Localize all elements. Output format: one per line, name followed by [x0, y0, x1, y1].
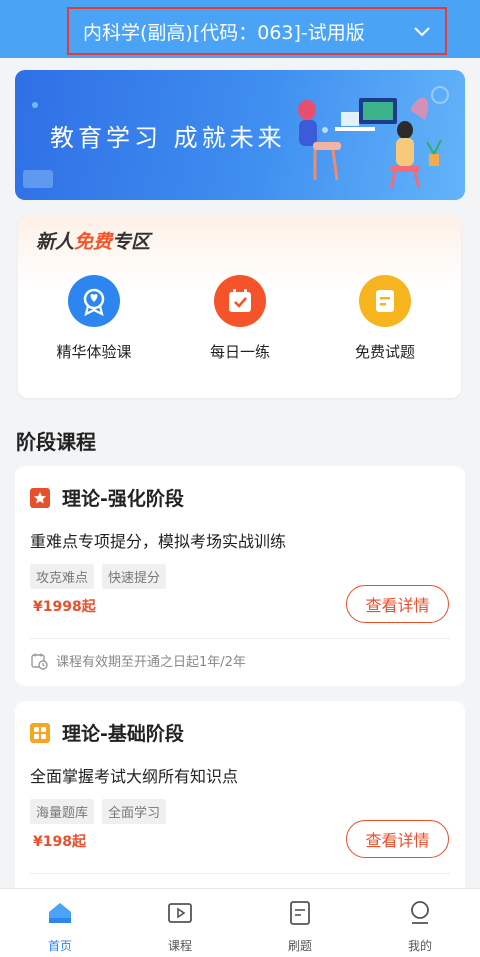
course-tag: 海量题库	[30, 799, 95, 824]
view-details-button[interactable]: 查看详情	[346, 820, 449, 858]
tab-mine[interactable]: 我的	[380, 899, 460, 954]
feature-label: 免费试题	[354, 343, 415, 361]
promo-banner[interactable]: 教育学习 成就未来	[15, 70, 465, 200]
validity-text: 课程有效期至开通之日起1年/2年	[56, 655, 246, 670]
course-card[interactable]: 理论-强化阶段 重难点专项提分，模拟考场实战训练 攻克难点 快速提分 ¥1998…	[15, 466, 465, 686]
course-validity: 课程有效期至开通之日起1年/2年	[30, 651, 246, 670]
play-icon	[168, 903, 192, 923]
course-title: 理论-基础阶段	[62, 723, 184, 745]
feature-daily-practice[interactable]: 每日一练	[180, 275, 300, 362]
tab-courses[interactable]: 课程	[140, 899, 220, 954]
course-header: 理论-基础阶段	[30, 719, 184, 746]
course-description: 重难点专项提分，模拟考场实战训练	[30, 532, 287, 551]
new-user-zone: 新人免费专区 精华体验课 每日一练 免费试题	[18, 215, 461, 398]
tab-label: 首页	[47, 939, 72, 953]
tab-practice[interactable]: 刷题	[260, 899, 340, 954]
course-tags: 攻克难点 快速提分	[30, 564, 174, 589]
subject-selector[interactable]: 内科学(副高)[代码：063]-试用版	[67, 7, 447, 55]
tab-label: 刷题	[287, 939, 312, 953]
feature-label: 每日一练	[209, 343, 270, 361]
feature-trial-course[interactable]: 精华体验课	[34, 275, 154, 362]
view-details-button[interactable]: 查看详情	[346, 585, 449, 623]
calendar-check-icon	[214, 275, 266, 327]
section-title: 阶段课程	[16, 430, 96, 454]
feature-label: 精华体验课	[56, 343, 132, 361]
badge-icon	[68, 275, 120, 327]
document-icon	[359, 275, 411, 327]
tab-home[interactable]: 首页	[20, 899, 100, 954]
bottom-tab-bar: 首页 课程 刷题 我的	[0, 888, 480, 957]
home-icon	[49, 903, 71, 923]
banner-slogan: 教育学习 成就未来	[50, 124, 286, 152]
tab-label: 我的	[407, 939, 432, 953]
course-tags: 海量题库 全面学习	[30, 799, 174, 824]
divider	[30, 638, 450, 639]
course-tag: 快速提分	[102, 564, 167, 589]
calendar-clock-icon	[31, 653, 48, 670]
course-title: 理论-强化阶段	[62, 488, 184, 510]
feature-free-questions[interactable]: 免费试题	[325, 275, 445, 362]
course-tag: 攻克难点	[30, 564, 95, 589]
course-header: 理论-强化阶段	[30, 484, 184, 511]
grid-icon	[30, 722, 50, 743]
course-description: 全面掌握考试大纲所有知识点	[30, 767, 239, 786]
top-bar: 内科学(副高)[代码：063]-试用版	[0, 0, 480, 58]
star-icon	[30, 487, 50, 508]
user-icon	[411, 901, 429, 924]
divider	[30, 873, 450, 874]
course-price: ¥198起	[33, 834, 86, 850]
chevron-down-icon	[414, 27, 430, 37]
paper-icon	[290, 901, 310, 925]
course-price: ¥1998起	[33, 599, 96, 615]
subject-label: 内科学(副高)[代码：063]-试用版	[83, 21, 365, 44]
tab-label: 课程	[167, 939, 192, 953]
new-user-zone-title: 新人免费专区	[36, 231, 151, 253]
course-card[interactable]: 理论-基础阶段 全面掌握考试大纲所有知识点 海量题库 全面学习 ¥198起 查看…	[15, 701, 465, 901]
course-tag: 全面学习	[102, 799, 167, 824]
